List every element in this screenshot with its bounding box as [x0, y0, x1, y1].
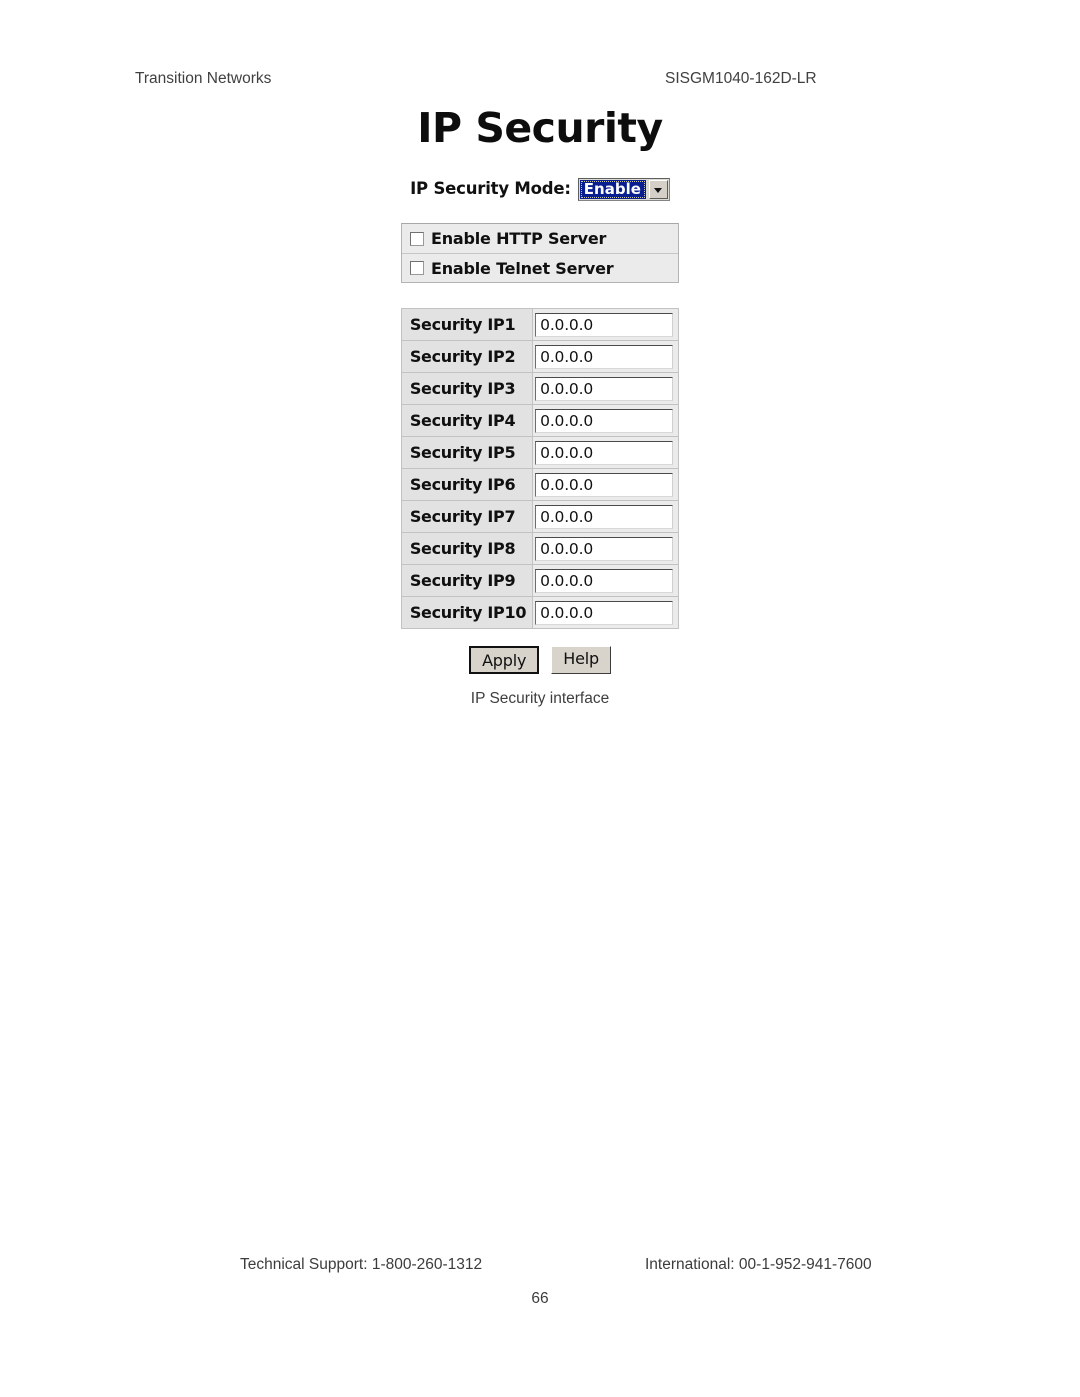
- security-ip4-input[interactable]: 0.0.0.0: [535, 408, 674, 433]
- security-ip2-input[interactable]: 0.0.0.0: [535, 344, 674, 369]
- security-ip-label-cell: Security IP9: [400, 564, 534, 597]
- security-ip5-input[interactable]: 0.0.0.0: [535, 440, 674, 465]
- table-row: Security IP8 0.0.0.0: [400, 532, 680, 565]
- ip-security-mode-value[interactable]: Enable: [579, 180, 646, 199]
- security-ip-label: Security IP6: [409, 474, 516, 494]
- enable-telnet-server-checkbox[interactable]: [410, 261, 424, 275]
- security-ip-label: Security IP9: [409, 570, 516, 590]
- security-ip-label-cell: Security IP10: [400, 596, 534, 629]
- checkbox-row-telnet[interactable]: Enable Telnet Server: [402, 253, 678, 282]
- enable-http-server-label: Enable HTTP Server: [431, 229, 607, 248]
- security-ip-input-cell: 0.0.0.0: [532, 404, 680, 437]
- help-button[interactable]: Help: [551, 646, 611, 674]
- security-ip-label-cell: Security IP3: [400, 372, 534, 405]
- page-header: Transition Networks SISGM1040-162D-LR: [135, 70, 945, 92]
- table-row: Security IP4 0.0.0.0: [400, 404, 680, 437]
- security-ip-input-cell: 0.0.0.0: [532, 308, 680, 341]
- table-row: Security IP10 0.0.0.0: [400, 596, 680, 629]
- table-row: Security IP5 0.0.0.0: [400, 436, 680, 469]
- header-model-number: SISGM1040-162D-LR: [665, 70, 817, 87]
- footer-international: International: 00-1-952-941-7600: [645, 1256, 872, 1273]
- security-ip3-input[interactable]: 0.0.0.0: [535, 376, 674, 401]
- server-enable-group: Enable HTTP Server Enable Telnet Server: [401, 223, 679, 283]
- ip-security-mode-row: IP Security Mode: Enable: [0, 178, 1080, 201]
- security-ip-label: Security IP2: [409, 346, 516, 366]
- security-ip-input-cell: 0.0.0.0: [532, 436, 680, 469]
- checkbox-row-http[interactable]: Enable HTTP Server: [402, 224, 678, 253]
- security-ip-label: Security IP3: [409, 378, 516, 398]
- security-ip-label: Security IP8: [409, 538, 516, 558]
- action-button-row: Apply Help: [0, 646, 1080, 674]
- page-number: 66: [531, 1290, 549, 1307]
- page-title: IP Security: [417, 104, 663, 152]
- security-ip-input-cell: 0.0.0.0: [532, 372, 680, 405]
- security-ip-label-cell: Security IP6: [400, 468, 534, 501]
- security-ip-label-cell: Security IP5: [400, 436, 534, 469]
- table-row: Security IP1 0.0.0.0: [400, 308, 680, 341]
- table-row: Security IP6 0.0.0.0: [400, 468, 680, 501]
- security-ip-label: Security IP10: [409, 602, 527, 622]
- enable-http-server-checkbox[interactable]: [410, 231, 424, 246]
- security-ip7-input[interactable]: 0.0.0.0: [535, 504, 674, 529]
- table-row: Security IP2 0.0.0.0: [400, 340, 680, 373]
- ip-security-mode-label: IP Security Mode:: [410, 179, 571, 199]
- table-row: Security IP9 0.0.0.0: [400, 564, 680, 597]
- footer-contact-line: Technical Support: 1-800-260-1312 Intern…: [0, 1256, 1080, 1278]
- header-company-name: Transition Networks: [135, 70, 272, 87]
- security-ip-input-cell: 0.0.0.0: [532, 532, 680, 565]
- footer-technical-support: Technical Support: 1-800-260-1312: [240, 1256, 483, 1273]
- security-ip-input-cell: 0.0.0.0: [532, 468, 680, 501]
- security-ip-input-cell: 0.0.0.0: [532, 500, 680, 533]
- figure-caption: IP Security interface: [470, 690, 610, 707]
- security-ip-table: Security IP1 0.0.0.0 Security IP2 0.0.0.…: [400, 308, 680, 629]
- security-ip-label-cell: Security IP4: [400, 404, 534, 437]
- security-ip-input-cell: 0.0.0.0: [532, 564, 680, 597]
- security-ip9-input[interactable]: 0.0.0.0: [535, 568, 674, 593]
- security-ip1-input[interactable]: 0.0.0.0: [535, 312, 674, 337]
- security-ip-label-cell: Security IP7: [400, 500, 534, 533]
- apply-button[interactable]: Apply: [469, 646, 540, 674]
- security-ip8-input[interactable]: 0.0.0.0: [535, 536, 674, 561]
- ip-security-mode-select[interactable]: Enable: [577, 178, 670, 201]
- ip-security-figure: IP Security IP Security Mode: Enable Enab…: [0, 108, 1080, 708]
- security-ip6-input[interactable]: 0.0.0.0: [535, 472, 674, 497]
- table-row: Security IP3 0.0.0.0: [400, 372, 680, 405]
- security-ip-input-cell: 0.0.0.0: [532, 596, 680, 629]
- security-ip-label: Security IP1: [409, 314, 516, 334]
- security-ip10-input[interactable]: 0.0.0.0: [535, 600, 674, 625]
- security-ip-label: Security IP5: [409, 442, 516, 462]
- security-ip-input-cell: 0.0.0.0: [532, 340, 680, 373]
- security-ip-label-cell: Security IP8: [400, 532, 534, 565]
- chevron-down-icon[interactable]: [648, 180, 668, 199]
- table-row: Security IP7 0.0.0.0: [400, 500, 680, 533]
- security-ip-label: Security IP4: [409, 410, 516, 430]
- security-ip-label-cell: Security IP2: [400, 340, 534, 373]
- security-ip-label-cell: Security IP1: [400, 308, 534, 341]
- security-ip-label: Security IP7: [409, 506, 516, 526]
- enable-telnet-server-label: Enable Telnet Server: [431, 258, 614, 278]
- page-footer: Technical Support: 1-800-260-1312 Intern…: [0, 1256, 1080, 1308]
